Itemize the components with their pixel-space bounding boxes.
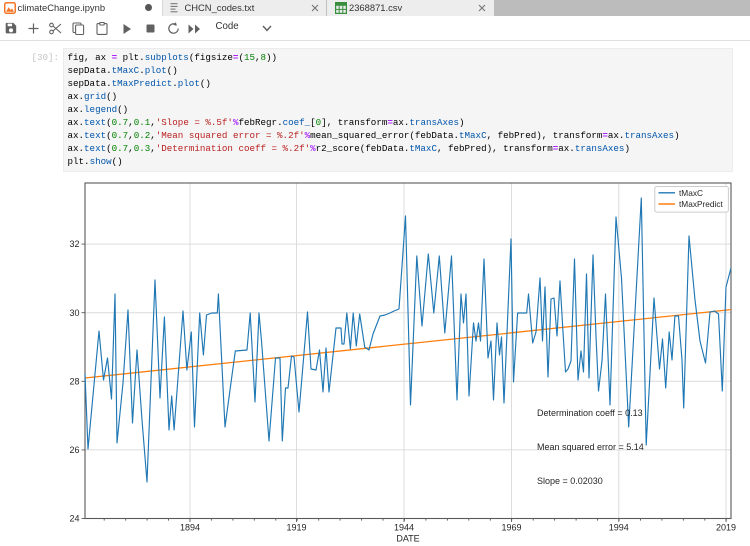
svg-text:tMaxC: tMaxC (679, 188, 703, 198)
svg-text:24: 24 (69, 514, 79, 524)
svg-text:Slope = 0.02030: Slope = 0.02030 (537, 476, 603, 486)
svg-text:1919: 1919 (286, 523, 306, 533)
svg-text:28: 28 (69, 376, 79, 386)
svg-text:1994: 1994 (609, 523, 629, 533)
svg-text:26: 26 (69, 445, 79, 455)
svg-text:Mean squared error = 5.14: Mean squared error = 5.14 (537, 442, 644, 452)
svg-text:30: 30 (69, 308, 79, 318)
svg-text:32: 32 (69, 239, 79, 249)
svg-text:1894: 1894 (180, 523, 200, 533)
svg-text:1944: 1944 (394, 523, 414, 533)
svg-text:Determination coeff = 0.13: Determination coeff = 0.13 (537, 408, 643, 418)
svg-text:DATE: DATE (396, 534, 419, 544)
svg-text:2019: 2019 (716, 523, 736, 533)
svg-text:tMaxPredict: tMaxPredict (679, 199, 723, 209)
svg-text:1969: 1969 (501, 523, 521, 533)
